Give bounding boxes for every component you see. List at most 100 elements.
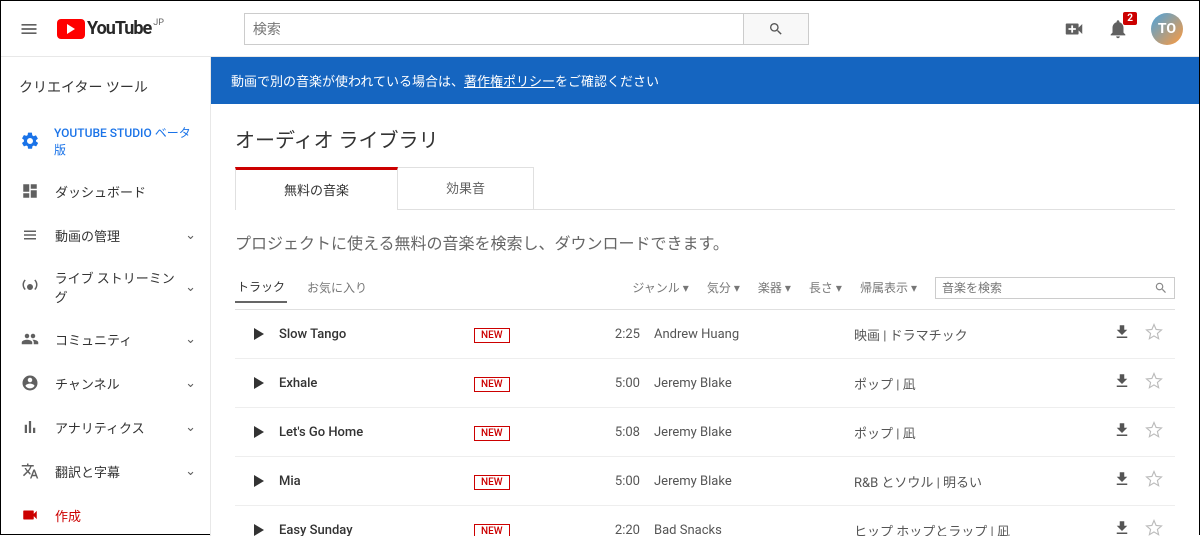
favorite-button[interactable] [1145, 372, 1163, 394]
chevron-down-icon: ⌄ [185, 376, 196, 391]
translate-icon [19, 460, 41, 482]
track-duration: 5:00 [594, 474, 654, 489]
favorite-button[interactable] [1145, 470, 1163, 492]
play-button[interactable] [239, 328, 279, 340]
track-name: Mia [279, 474, 474, 489]
track-tags: ポップ | 凪 [854, 374, 1113, 393]
track-actions [1113, 323, 1171, 345]
youtube-logo[interactable]: YouTube JP [57, 18, 164, 39]
notification-badge: 2 [1123, 12, 1137, 25]
filter-tab-favorites[interactable]: お気に入り [305, 273, 369, 302]
play-icon [254, 426, 264, 438]
track-artist: Andrew Huang [654, 327, 854, 342]
logo-region: JP [153, 18, 164, 28]
sidebar-item-dashboard[interactable]: ダッシュボード [1, 169, 210, 213]
filter-attribution[interactable]: 帰属表示 ▾ [860, 279, 917, 296]
chevron-down-icon: ⌄ [185, 420, 196, 435]
notifications-icon[interactable]: 2 [1107, 18, 1129, 40]
play-button[interactable] [239, 426, 279, 438]
sidebar-item-community[interactable]: コミュニティ ⌄ [1, 317, 210, 361]
sidebar-item-label: コミュニティ [55, 330, 132, 349]
chevron-down-icon: ⌄ [185, 332, 196, 347]
sidebar-item-translations[interactable]: 翻訳と字幕 ⌄ [1, 449, 210, 493]
new-badge: NEW [474, 524, 510, 536]
avatar[interactable]: TO [1151, 13, 1183, 45]
download-button[interactable] [1113, 421, 1131, 443]
track-name: Let's Go Home [279, 425, 474, 440]
play-button[interactable] [239, 524, 279, 536]
sidebar-item-label: 作成 [55, 506, 81, 525]
chevron-down-icon: ⌄ [185, 280, 196, 295]
channel-icon [19, 372, 41, 394]
tab-sound-effects[interactable]: 効果音 [397, 167, 534, 209]
search-icon [1154, 281, 1168, 295]
filter-duration[interactable]: 長さ ▾ [809, 279, 842, 296]
track-search-input[interactable] [942, 281, 1154, 295]
sidebar-item-live[interactable]: ライブ ストリーミング ⌄ [1, 257, 210, 317]
track-actions [1113, 470, 1171, 492]
track-name: Exhale [279, 376, 474, 391]
chevron-down-icon: ⌄ [185, 228, 196, 243]
track-duration: 5:00 [594, 376, 654, 391]
track-actions [1113, 372, 1171, 394]
track-artist: Jeremy Blake [654, 474, 854, 489]
sidebar-item-label: 翻訳と字幕 [55, 462, 120, 481]
hamburger-menu-icon[interactable] [17, 17, 41, 41]
sidebar-item-create[interactable]: 作成 [1, 493, 210, 536]
dashboard-icon [19, 180, 41, 202]
track-row: Let's Go Home NEW 5:08 Jeremy Blake ポップ … [235, 408, 1175, 457]
download-button[interactable] [1113, 519, 1131, 536]
track-row: Mia NEW 5:00 Jeremy Blake R&B とソウル | 明るい [235, 457, 1175, 506]
download-button[interactable] [1113, 470, 1131, 492]
track-artist: Bad Snacks [654, 523, 854, 536]
search-button[interactable] [744, 13, 809, 45]
track-tags: ポップ | 凪 [854, 423, 1113, 442]
search-input[interactable] [244, 13, 744, 45]
play-button[interactable] [239, 377, 279, 389]
sidebar-item-video-manager[interactable]: 動画の管理 ⌄ [1, 213, 210, 257]
download-button[interactable] [1113, 323, 1131, 345]
favorite-button[interactable] [1145, 323, 1163, 345]
favorite-button[interactable] [1145, 421, 1163, 443]
track-new: NEW [474, 474, 594, 489]
sidebar-item-label: アナリティクス [55, 418, 145, 437]
track-new: NEW [474, 523, 594, 536]
track-duration: 2:20 [594, 523, 654, 536]
filter-mood[interactable]: 気分 ▾ [707, 279, 740, 296]
search-icon [768, 21, 784, 37]
track-actions [1113, 421, 1171, 443]
caret-down-icon: ▾ [683, 281, 689, 295]
page-subtitle: プロジェクトに使える無料の音楽を検索し、ダウンロードできます。 [235, 230, 1175, 254]
track-new: NEW [474, 327, 594, 342]
sidebar-item-studio-beta[interactable]: YOUTUBE STUDIO ベータ版 [1, 113, 210, 169]
tab-free-music[interactable]: 無料の音楽 [235, 167, 398, 209]
download-button[interactable] [1113, 372, 1131, 394]
play-icon [254, 328, 264, 340]
filter-bar: トラック お気に入り ジャンル ▾ 気分 ▾ 楽器 ▾ 長さ ▾ 帰属表示 ▾ [235, 272, 1175, 310]
track-duration: 2:25 [594, 327, 654, 342]
banner-link[interactable]: 著作権ポリシー [464, 71, 555, 90]
create-icon [19, 504, 41, 526]
main-content: 動画で別の音楽が使われている場合は、 著作権ポリシー をご確認ください オーディ… [211, 57, 1199, 536]
upload-icon[interactable] [1063, 18, 1085, 40]
chevron-down-icon: ⌄ [185, 464, 196, 479]
filter-genre[interactable]: ジャンル ▾ [632, 279, 688, 296]
caret-down-icon: ▾ [785, 281, 791, 295]
sidebar-item-analytics[interactable]: アナリティクス ⌄ [1, 405, 210, 449]
filter-tab-tracks[interactable]: トラック [235, 272, 287, 303]
info-banner: 動画で別の音楽が使われている場合は、 著作権ポリシー をご確認ください [211, 57, 1199, 104]
sidebar-item-channel[interactable]: チャンネル ⌄ [1, 361, 210, 405]
page-title: オーディオ ライブラリ [235, 124, 1175, 153]
play-button[interactable] [239, 475, 279, 487]
track-artist: Jeremy Blake [654, 376, 854, 391]
track-row: Exhale NEW 5:00 Jeremy Blake ポップ | 凪 [235, 359, 1175, 408]
filter-instrument[interactable]: 楽器 ▾ [758, 279, 791, 296]
track-row: Easy Sunday NEW 2:20 Bad Snacks ヒップ ホップと… [235, 506, 1175, 536]
favorite-button[interactable] [1145, 519, 1163, 536]
video-icon [19, 224, 41, 246]
caret-down-icon: ▾ [911, 281, 917, 295]
sidebar-item-label: ダッシュボード [55, 182, 146, 201]
gear-icon [19, 130, 40, 152]
youtube-play-icon [57, 19, 85, 39]
analytics-icon [19, 416, 41, 438]
